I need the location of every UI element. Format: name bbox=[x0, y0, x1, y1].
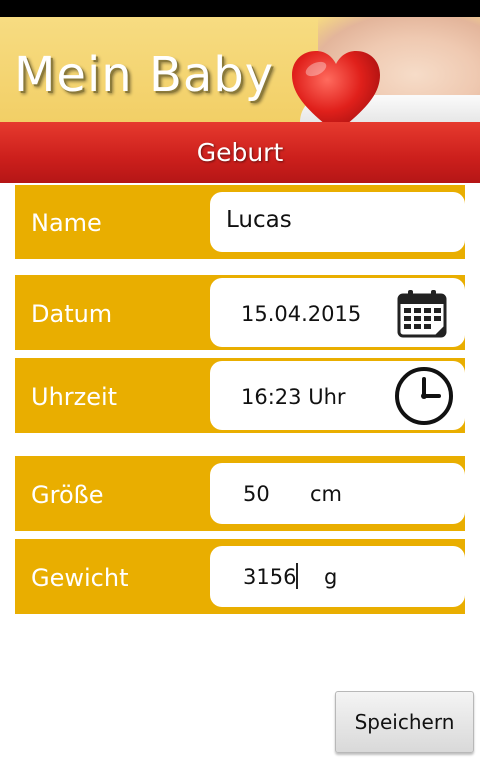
save-button[interactable]: Speichern bbox=[335, 691, 474, 753]
gewicht-value: 3156 bbox=[243, 565, 297, 589]
gewicht-label: Gewicht bbox=[31, 564, 129, 592]
groesse-value: 50 bbox=[243, 482, 270, 506]
app-title: Mein Baby bbox=[14, 47, 275, 103]
app-banner: Mein Baby bbox=[0, 17, 480, 122]
clock-icon[interactable] bbox=[394, 366, 454, 426]
groesse-label: Größe bbox=[31, 481, 104, 509]
datum-input[interactable]: 15.04.2015 bbox=[210, 278, 465, 347]
name-input[interactable]: Lucas bbox=[210, 192, 465, 252]
name-row: Name Lucas bbox=[15, 185, 465, 259]
uhrzeit-row: Uhrzeit 16:23 Uhr bbox=[15, 358, 465, 433]
datum-row: Datum 15.04.2015 bbox=[15, 275, 465, 350]
gewicht-row: Gewicht 3156 g bbox=[15, 539, 465, 614]
datum-value: 15.04.2015 bbox=[241, 302, 362, 326]
name-label: Name bbox=[31, 209, 102, 237]
gewicht-unit: g bbox=[324, 565, 338, 589]
uhrzeit-value: 16:23 Uhr bbox=[241, 385, 346, 409]
section-title: Geburt bbox=[196, 138, 284, 167]
gewicht-input[interactable]: 3156 g bbox=[210, 546, 465, 607]
heart-icon bbox=[292, 51, 380, 122]
name-value: Lucas bbox=[226, 207, 292, 233]
section-header: Geburt bbox=[0, 122, 480, 183]
groesse-input[interactable]: 50 cm bbox=[210, 463, 465, 524]
groesse-unit: cm bbox=[310, 482, 343, 506]
calendar-icon[interactable] bbox=[396, 289, 448, 339]
status-bar bbox=[0, 0, 480, 17]
groesse-row: Größe 50 cm bbox=[15, 456, 465, 531]
uhrzeit-input[interactable]: 16:23 Uhr bbox=[210, 361, 465, 430]
uhrzeit-label: Uhrzeit bbox=[31, 383, 118, 411]
datum-label: Datum bbox=[31, 300, 113, 328]
text-cursor bbox=[296, 563, 298, 589]
